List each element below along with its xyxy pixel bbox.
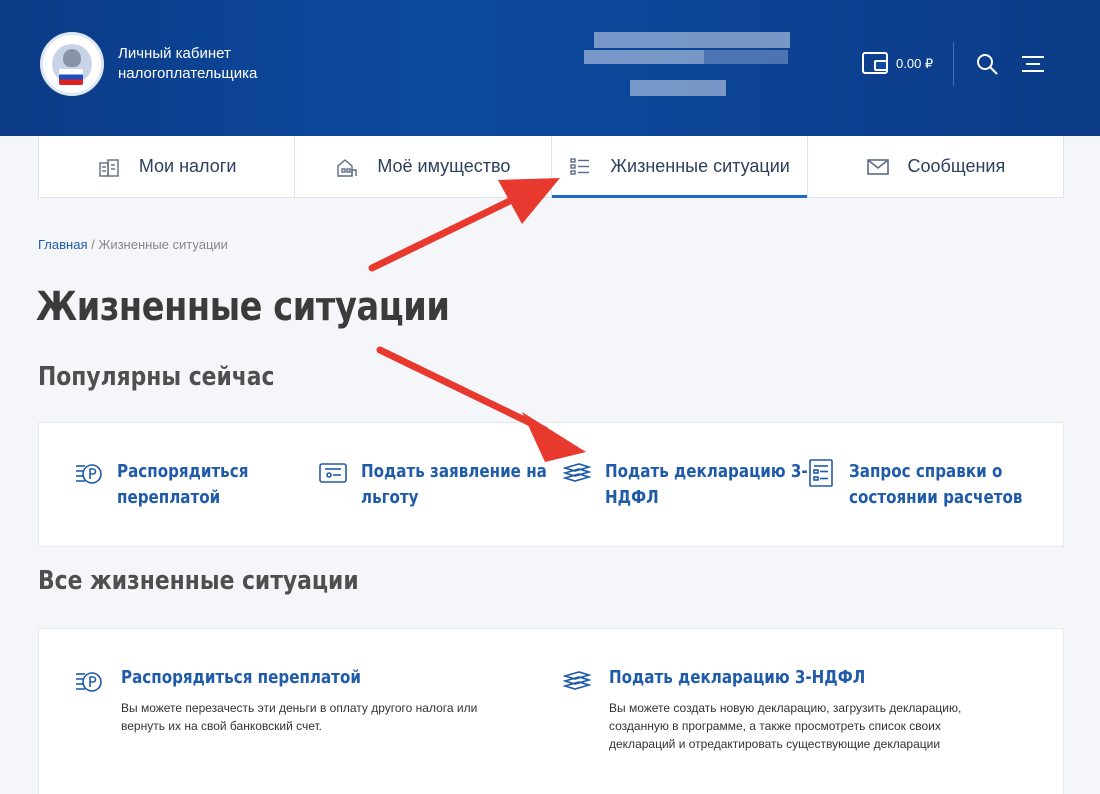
breadcrumb-current: Жизненные ситуации: [98, 237, 228, 252]
situation-item-title[interactable]: Распорядиться переплатой: [121, 667, 361, 688]
page-title: Жизненные ситуации: [36, 284, 450, 330]
header: Личный кабинет налогоплательщика 0.00 ₽: [0, 0, 1100, 136]
envelope-icon: [866, 158, 889, 175]
list-icon: [570, 157, 590, 175]
balance-amount[interactable]: 0.00 ₽: [896, 56, 933, 72]
popular-item-settlement-certificate[interactable]: Запрос справки о состоянии расчетов: [807, 459, 1055, 511]
tab-my-taxes[interactable]: Мои налоги: [38, 136, 294, 197]
popular-item-label: льготу: [361, 487, 419, 508]
site-title[interactable]: Личный кабинет налогоплательщика: [118, 44, 257, 84]
breadcrumb-separator: /: [87, 237, 99, 252]
application-icon: [319, 463, 347, 483]
tab-label: Жизненные ситуации: [610, 156, 790, 176]
tab-messages[interactable]: Сообщения: [806, 136, 1064, 197]
popular-item-label: состоянии расчетов: [849, 487, 1023, 508]
popular-item-overpayment[interactable]: Распорядиться переплатой: [75, 459, 273, 511]
overpayment-icon: [76, 672, 102, 692]
overpayment-icon: [76, 464, 102, 484]
eagle-icon: [63, 49, 81, 67]
user-name-blurred: [584, 32, 794, 98]
flag-icon: [59, 69, 83, 85]
tab-life-situations[interactable]: Жизненные ситуации: [550, 136, 808, 198]
site-title-line2: налогоплательщика: [118, 65, 258, 82]
breadcrumb: Главная / Жизненные ситуации: [38, 237, 228, 252]
popular-item-label: Запрос справки о: [849, 461, 1003, 482]
header-divider: [953, 42, 954, 86]
search-icon[interactable]: [976, 53, 998, 75]
site-title-line1: Личный кабинет: [118, 45, 231, 62]
fns-logo[interactable]: [40, 32, 104, 96]
declaration-icon: [563, 463, 591, 482]
situation-item-description: Вы можете перезачесть эти деньги в оплат…: [121, 701, 478, 733]
popular-card: Распорядиться переплатой Подать заявлени…: [38, 422, 1064, 547]
tab-label: Мои налоги: [138, 156, 237, 176]
popular-item-declaration[interactable]: Подать декларацию 3- НДФЛ: [563, 459, 846, 511]
popular-item-label: Подать заявление на: [361, 461, 547, 482]
all-section-title: Все жизненные ситуации: [38, 566, 359, 596]
all-situations-card: Распорядиться переплатой Вы можете перез…: [38, 628, 1064, 794]
menu-icon[interactable]: [1022, 55, 1044, 73]
popular-section-title: Популярны сейчас: [38, 362, 275, 392]
property-icon: [337, 158, 358, 177]
popular-item-label: Подать декларацию 3-: [605, 461, 808, 482]
wallet-icon[interactable]: [862, 52, 888, 74]
tab-label: Моё имущество: [377, 156, 511, 176]
main-tabs: Мои налоги Моё имущество Жизненные ситуа…: [38, 136, 1064, 198]
tab-my-property[interactable]: Моё имущество: [294, 136, 550, 197]
situation-item-title[interactable]: Подать декларацию 3-НДФЛ: [609, 667, 865, 688]
popular-item-label: НДФЛ: [605, 487, 659, 508]
popular-item-benefit-application[interactable]: Подать заявление на льготу: [319, 459, 582, 511]
popular-item-label: переплатой: [117, 487, 221, 508]
taxes-icon: [99, 158, 119, 177]
tab-label: Сообщения: [907, 156, 1006, 176]
popular-item-label: Распорядиться: [117, 461, 249, 482]
declaration-icon: [563, 671, 591, 690]
certificate-icon: [809, 459, 833, 487]
breadcrumb-home-link[interactable]: Главная: [38, 237, 87, 252]
situation-item-description: Вы можете создать новую декларацию, загр…: [609, 701, 962, 751]
